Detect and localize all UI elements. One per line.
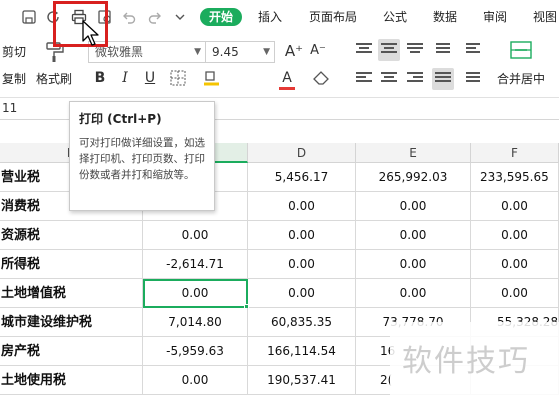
tab-data[interactable]: 数据 (433, 8, 457, 26)
cell-f[interactable]: 0.00 (471, 250, 559, 279)
tab-home[interactable]: 开始 (200, 8, 243, 26)
row-label-cell[interactable]: 资源税 (0, 221, 143, 250)
cell-d[interactable]: 60,835.35 (248, 308, 356, 337)
distributed-icon[interactable] (466, 72, 482, 86)
font-color-button[interactable]: A (280, 68, 294, 88)
cell-d[interactable]: 0.00 (248, 250, 356, 279)
align-bottom-icon[interactable] (407, 43, 423, 57)
name-box[interactable]: 11 (2, 101, 17, 115)
tab-view[interactable]: 视图 (533, 8, 557, 26)
chevron-down-icon: ▼ (194, 47, 201, 57)
cell-d[interactable]: 0.00 (248, 221, 356, 250)
column-header-f[interactable]: F (471, 143, 559, 163)
table-row: 资源税 0.00 0.00 0.00 0.00 (0, 221, 559, 250)
align-left-icon[interactable] (356, 72, 372, 86)
eraser-icon[interactable] (313, 70, 331, 86)
cell-e[interactable]: 0.00 (356, 192, 471, 221)
row-label-cell[interactable]: 土地使用税 (0, 366, 143, 395)
row-label-cell[interactable]: 城市建设维护税 (0, 308, 143, 337)
format-painter-button[interactable]: 格式刷 (36, 72, 72, 86)
cell-f[interactable]: 0.00 (471, 221, 559, 250)
save-icon[interactable] (21, 9, 37, 25)
font-size-value: 9.45 (212, 45, 239, 59)
column-header-e[interactable]: E (356, 143, 471, 163)
grow-font-button[interactable]: A⁺ (284, 41, 304, 61)
copy-button[interactable]: 复制 (2, 72, 26, 86)
cell-f[interactable]: 0.00 (471, 192, 559, 221)
merge-center-button[interactable]: 合并居中 (497, 72, 545, 86)
chevron-down-icon: ▼ (263, 47, 270, 57)
tab-formulas[interactable]: 公式 (383, 8, 407, 26)
row-label-cell[interactable]: 所得税 (0, 250, 143, 279)
cell-d[interactable]: 166,114.54 (248, 337, 356, 366)
tooltip-description: 可对打印做详细设置，如选择打印机、打印页数、打印份数或者并打和缩放等。 (79, 137, 205, 181)
justify-icon (435, 72, 451, 86)
cell-d[interactable]: 0.00 (248, 279, 356, 308)
cell-d[interactable]: 0.00 (248, 192, 356, 221)
mouse-pointer-icon (81, 19, 105, 49)
tab-page-layout[interactable]: 页面布局 (309, 8, 357, 26)
font-size-select[interactable]: 9.45 ▼ (205, 41, 275, 63)
cell-c[interactable]: -2,614.71 (143, 250, 248, 279)
table-row: 土地增值税 0.00 0.00 0.00 0.00 (0, 279, 559, 308)
cell-e[interactable]: 0.00 (356, 250, 471, 279)
align-top-icon[interactable] (356, 43, 372, 57)
cell-c[interactable]: 0.00 (143, 221, 248, 250)
tab-insert[interactable]: 插入 (258, 8, 282, 26)
tab-review[interactable]: 审阅 (483, 8, 507, 26)
orientation-icon[interactable] (436, 43, 452, 57)
cell-f[interactable]: 0.00 (471, 279, 559, 308)
cell-e[interactable]: 265,992.03 (356, 163, 471, 192)
cell-e[interactable]: 0.00 (356, 221, 471, 250)
wrap-text-icon[interactable] (466, 43, 482, 57)
watermark-text: 软件技巧 (402, 344, 530, 379)
shrink-font-button[interactable]: A⁻ (308, 41, 328, 61)
customize-dropdown-icon[interactable] (172, 9, 188, 25)
table-row: 所得税 -2,614.71 0.00 0.00 0.00 (0, 250, 559, 279)
column-header-d[interactable]: D (248, 143, 356, 163)
row-label-cell[interactable]: 土地增值税 (0, 279, 143, 308)
undo-icon[interactable] (121, 9, 137, 25)
cut-button[interactable]: 剪切 (2, 45, 26, 59)
italic-button[interactable]: I (117, 68, 133, 88)
underline-button[interactable]: U (142, 68, 158, 88)
print-tooltip: 打印 (Ctrl+P) 可对打印做详细设置，如选择打印机、打印页数、打印份数或者… (69, 101, 215, 211)
cell-d[interactable]: 190,537.41 (248, 366, 356, 395)
align-right-icon[interactable] (407, 72, 423, 86)
cell-c[interactable]: 7,014.80 (143, 308, 248, 337)
redo-icon[interactable] (147, 9, 163, 25)
font-color-bar (279, 87, 295, 90)
cell-d[interactable]: 5,456.17 (248, 163, 356, 192)
cell-c[interactable]: 0.00 (143, 366, 248, 395)
bold-button[interactable]: B (92, 68, 108, 88)
align-middle-icon (381, 43, 397, 57)
border-icon[interactable] (170, 70, 186, 86)
cell-c-selected[interactable]: 0.00 (143, 279, 248, 308)
watermark: 软件技巧 (390, 322, 559, 402)
cell-c[interactable]: -5,959.63 (143, 337, 248, 366)
row-label-cell[interactable]: 房产税 (0, 337, 143, 366)
tooltip-title: 打印 (Ctrl+P) (79, 112, 162, 126)
fill-color-icon[interactable] (203, 70, 221, 86)
cell-e[interactable]: 0.00 (356, 279, 471, 308)
merge-center-icon[interactable] (510, 40, 532, 60)
cell-f[interactable]: 233,595.65 (471, 163, 559, 192)
align-center-icon[interactable] (381, 72, 397, 86)
